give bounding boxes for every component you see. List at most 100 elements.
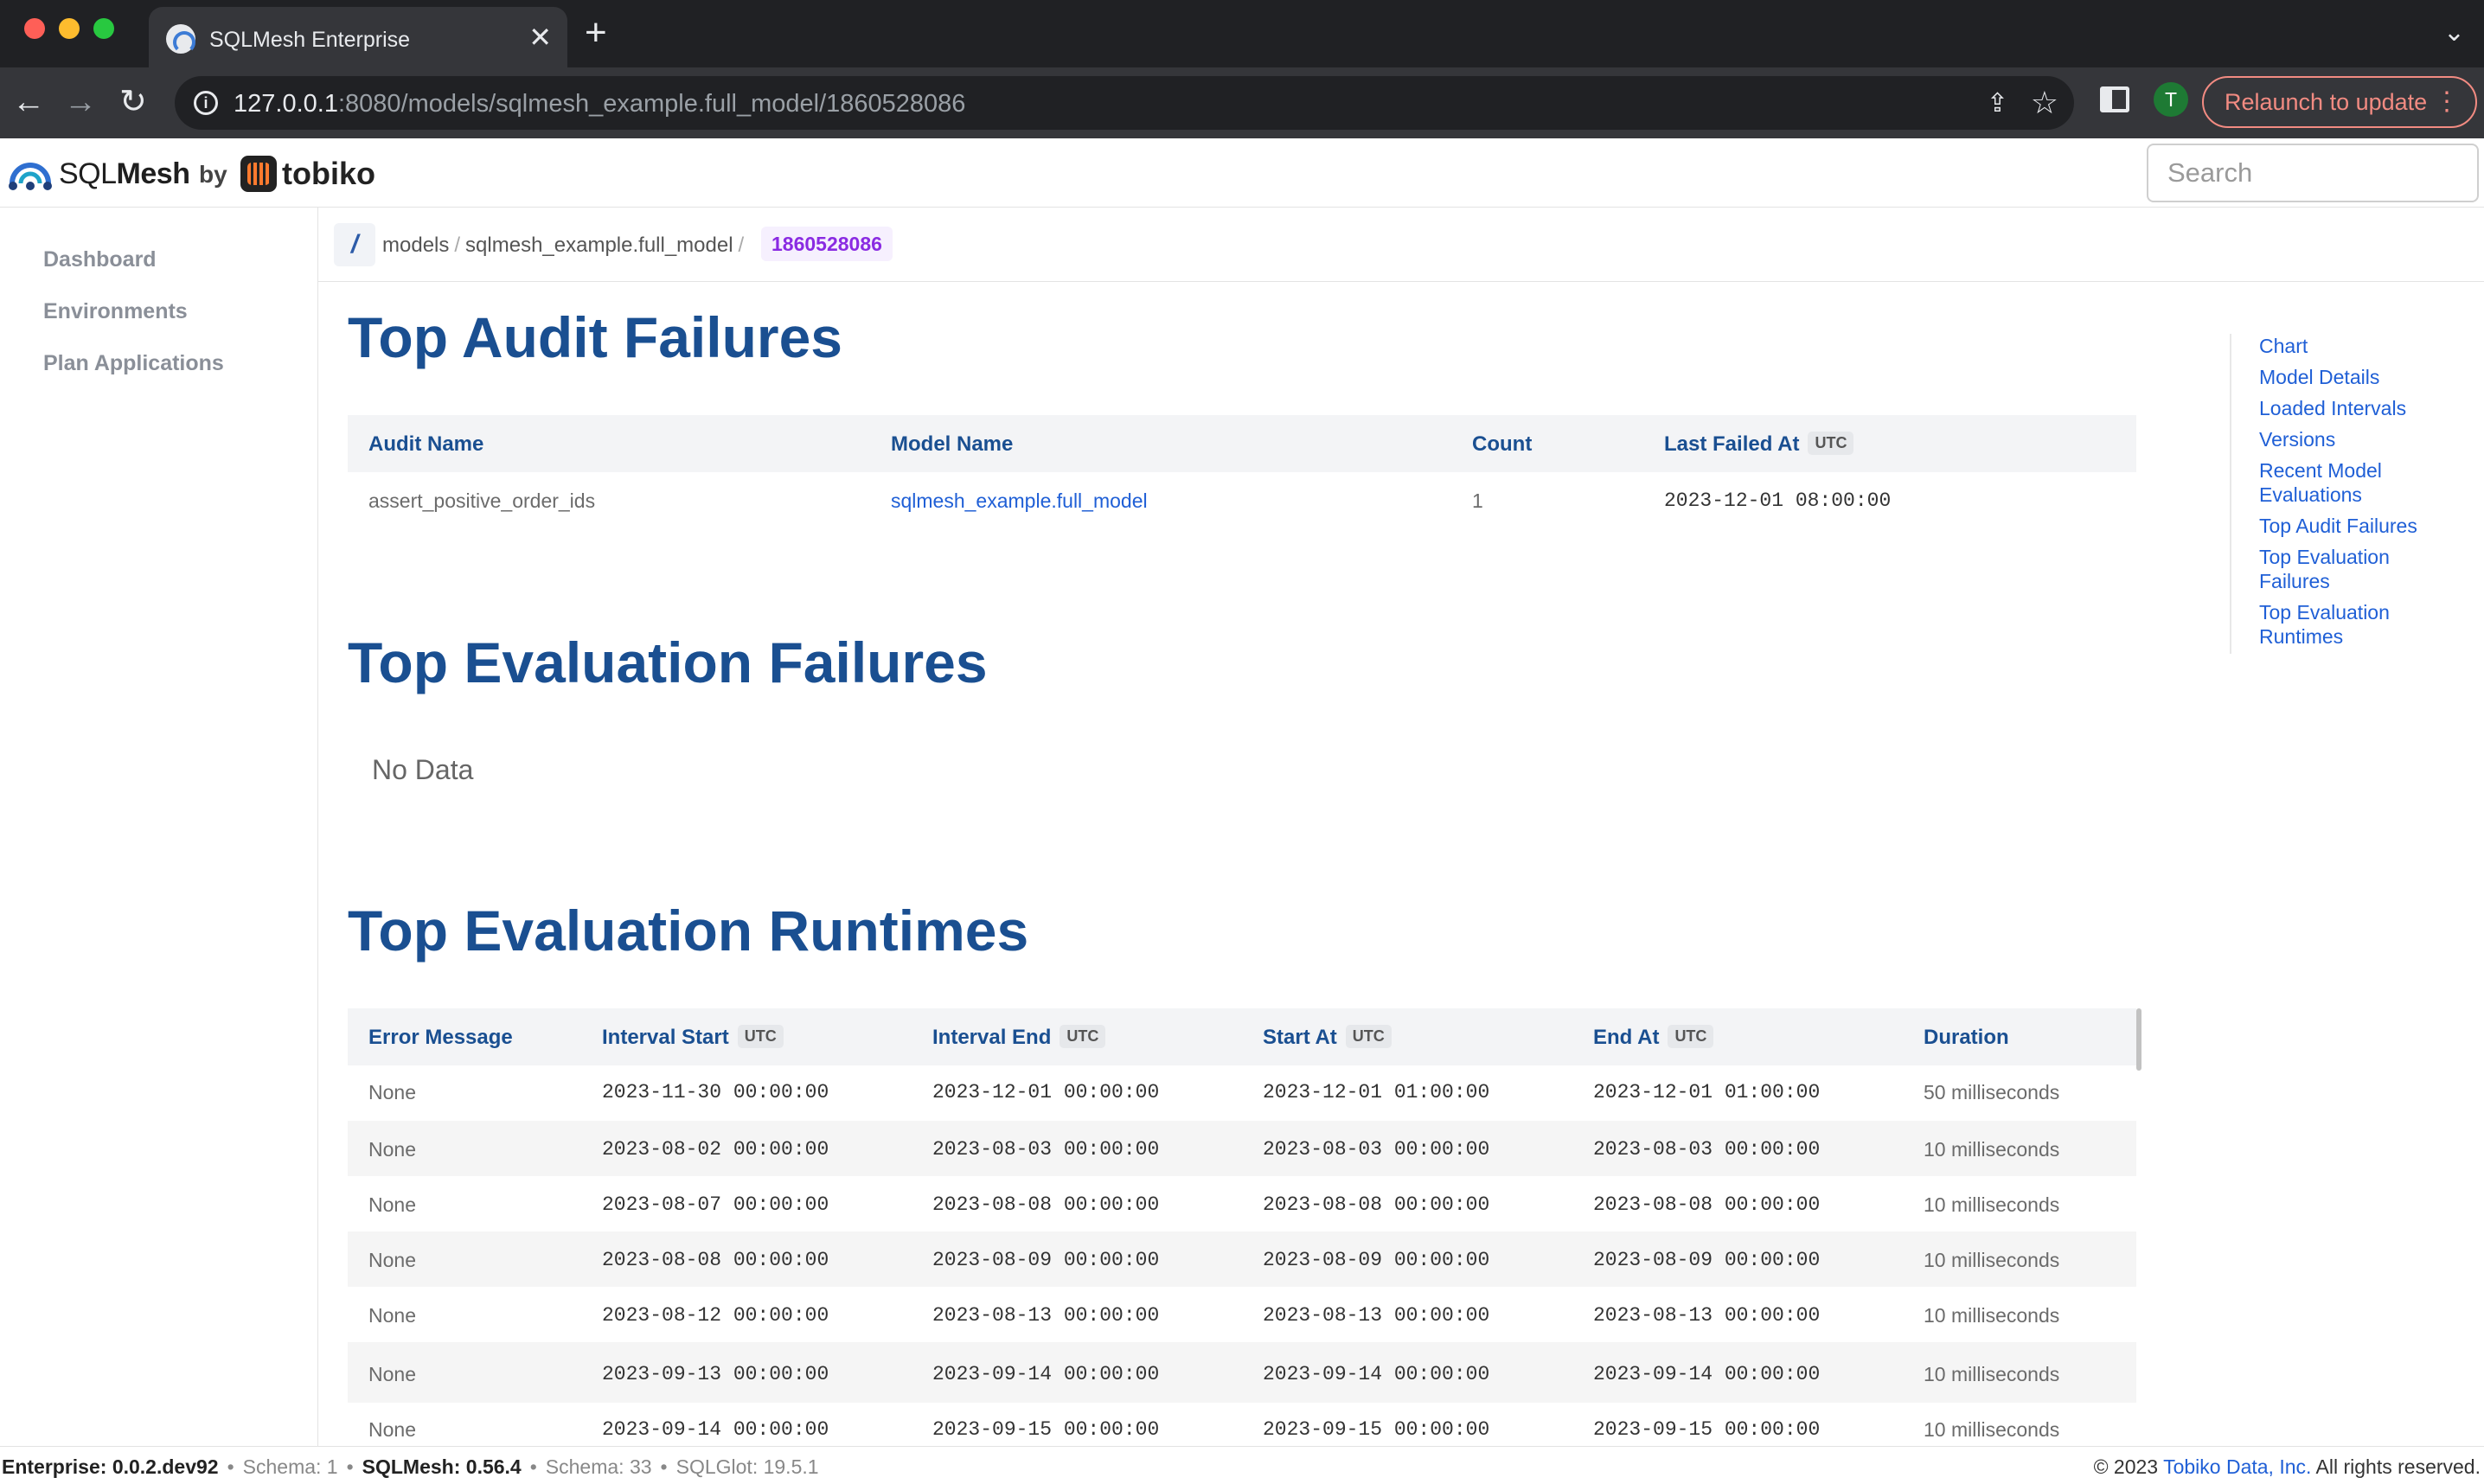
error-message-cell: None xyxy=(368,1418,416,1441)
start-at-cell: 2023-08-09 00:00:00 xyxy=(1263,1249,1490,1271)
column-header[interactable]: Error Message xyxy=(368,1026,513,1050)
version-info: Enterprise: 0.0.2.dev92 • Schema: 1 • SQLMes… xyxy=(2,1455,819,1478)
toc-item-versions[interactable]: Versions xyxy=(2259,427,2449,451)
column-header[interactable]: End At UTC xyxy=(1593,1025,1714,1050)
model-name-link[interactable]: sqlmesh_example.full_model xyxy=(891,489,1148,513)
column-header[interactable]: Count xyxy=(1472,432,1532,457)
interval-end-cell: 2023-12-01 00:00:00 xyxy=(932,1081,1160,1103)
start-at-cell: 2023-08-13 00:00:00 xyxy=(1263,1304,1490,1327)
toc-item-top-audit-failures[interactable]: Top Audit Failures xyxy=(2259,514,2449,538)
sidebar-item-dashboard[interactable]: Dashboard xyxy=(43,247,157,272)
tobiko-data-link[interactable]: Tobiko Data, Inc. xyxy=(2163,1455,2311,1478)
reload-icon[interactable]: ↻ xyxy=(119,83,147,121)
audit-failures-table: Audit Name Model Name Count Last Failed … xyxy=(348,415,2136,528)
interval-end-cell: 2023-09-15 00:00:00 xyxy=(932,1418,1160,1441)
interval-start-cell: 2023-08-12 00:00:00 xyxy=(602,1304,829,1327)
interval-start-cell: 2023-08-08 00:00:00 xyxy=(602,1249,829,1271)
brand-name: SQLMesh xyxy=(59,157,190,190)
end-at-cell: 2023-09-15 00:00:00 xyxy=(1593,1418,1821,1441)
breadcrumb-root[interactable]: / xyxy=(334,223,375,266)
column-header[interactable]: Last Failed At UTC xyxy=(1664,432,1854,457)
sidebar-item-plan-applications[interactable]: Plan Applications xyxy=(43,351,224,376)
interval-start-cell: 2023-09-13 00:00:00 xyxy=(602,1363,829,1385)
more-vertical-icon[interactable]: ⋮ xyxy=(2434,78,2460,126)
count-cell: 1 xyxy=(1472,489,1483,512)
window-maximize-button[interactable] xyxy=(93,18,114,39)
sqlmesh-schema: Schema: 33 xyxy=(545,1455,652,1478)
sqlglot-version: SQLGlot: 19.5.1 xyxy=(675,1455,819,1478)
utc-badge: UTC xyxy=(1668,1025,1714,1049)
breadcrumb-path: models / sqlmesh_example.full_model / xyxy=(382,233,749,258)
table-header: Audit Name Model Name Count Last Failed … xyxy=(348,415,2136,472)
table-row: None 2023-09-13 00:00:00 2023-09-14 00:0… xyxy=(348,1342,2136,1403)
breadcrumb-separator: / xyxy=(738,233,745,257)
breadcrumb-separator: / xyxy=(454,233,461,257)
toc-item-top-evaluation-failures[interactable]: Top Evaluation Failures xyxy=(2259,545,2449,593)
site-info-icon[interactable]: i xyxy=(194,91,218,115)
tobiko-logo-icon xyxy=(240,156,277,192)
column-header[interactable]: Audit Name xyxy=(368,432,483,457)
table-row: None 2023-08-12 00:00:00 2023-08-13 00:0… xyxy=(348,1287,2136,1342)
duration-cell: 10 milliseconds xyxy=(1924,1363,2060,1385)
toc-item-chart[interactable]: Chart xyxy=(2259,334,2449,358)
url-text[interactable]: 127.0.0.1:8080/models/sqlmesh_example.fu… xyxy=(234,90,965,118)
address-bar[interactable]: i 127.0.0.1:8080/models/sqlmesh_example.… xyxy=(175,76,2074,130)
column-header[interactable]: Model Name xyxy=(891,432,1013,457)
window-minimize-button[interactable] xyxy=(59,18,80,39)
enterprise-version: Enterprise: 0.0.2.dev92 xyxy=(2,1455,219,1478)
interval-start-cell: 2023-08-07 00:00:00 xyxy=(602,1193,829,1216)
toc-item-model-details[interactable]: Model Details xyxy=(2259,365,2449,389)
interval-end-cell: 2023-08-13 00:00:00 xyxy=(932,1304,1160,1327)
section-title-evaluation-runtimes: Top Evaluation Runtimes xyxy=(348,899,1029,963)
breadcrumb-item-models[interactable]: models xyxy=(382,233,449,257)
forward-arrow-icon[interactable]: → xyxy=(64,83,97,121)
toc-item-loaded-intervals[interactable]: Loaded Intervals xyxy=(2259,396,2449,420)
duration-cell: 10 milliseconds xyxy=(1924,1418,2060,1441)
profile-avatar[interactable]: T xyxy=(2154,82,2188,117)
duration-cell: 10 milliseconds xyxy=(1924,1304,2060,1327)
sqlmesh-version: SQLMesh: 0.56.4 xyxy=(362,1455,522,1478)
browser-tab[interactable]: SQLMesh Enterprise ✕ xyxy=(149,7,567,67)
table-row: None 2023-09-14 00:00:00 2023-09-15 00:0… xyxy=(348,1403,2136,1446)
back-arrow-icon[interactable]: ← xyxy=(12,83,45,121)
tobiko-name: tobiko xyxy=(282,156,375,191)
sidebar-item-environments[interactable]: Environments xyxy=(43,299,188,324)
column-header[interactable]: Start At UTC xyxy=(1263,1025,1392,1050)
start-at-cell: 2023-09-15 00:00:00 xyxy=(1263,1418,1490,1441)
start-at-cell: 2023-08-08 00:00:00 xyxy=(1263,1193,1490,1216)
search-input[interactable] xyxy=(2147,144,2479,202)
end-at-cell: 2023-08-13 00:00:00 xyxy=(1593,1304,1821,1327)
error-message-cell: None xyxy=(368,1363,416,1385)
interval-start-cell: 2023-09-14 00:00:00 xyxy=(602,1418,829,1441)
breadcrumb-current-version: 1860528086 xyxy=(761,227,893,261)
side-panel-icon[interactable] xyxy=(2100,86,2129,112)
column-header[interactable]: Interval End UTC xyxy=(932,1025,1106,1050)
window-close-button[interactable] xyxy=(24,18,45,39)
evaluation-runtimes-table: Error Message Interval Start UTC Interval… xyxy=(348,1008,2136,1446)
bookmark-star-icon[interactable]: ☆ xyxy=(2031,85,2058,121)
close-tab-icon[interactable]: ✕ xyxy=(528,21,552,54)
table-row: None 2023-08-02 00:00:00 2023-08-03 00:0… xyxy=(348,1121,2136,1176)
utc-badge: UTC xyxy=(1345,1025,1392,1049)
breadcrumb-item-model[interactable]: sqlmesh_example.full_model xyxy=(465,233,733,257)
toc-item-recent-model-evaluations[interactable]: Recent Model Evaluations xyxy=(2259,458,2449,507)
utc-badge: UTC xyxy=(1060,1025,1106,1049)
column-header[interactable]: Duration xyxy=(1924,1026,2009,1050)
toc-item-top-evaluation-runtimes[interactable]: Top Evaluation Runtimes xyxy=(2259,600,2449,649)
column-header[interactable]: Interval Start UTC xyxy=(602,1025,784,1050)
footer: Enterprise: 0.0.2.dev92 • Schema: 1 • SQLMes… xyxy=(0,1446,2484,1484)
sqlmesh-logo-icon[interactable] xyxy=(7,154,54,192)
interval-end-cell: 2023-08-08 00:00:00 xyxy=(932,1193,1160,1216)
table-row: None 2023-08-08 00:00:00 2023-08-09 00:0… xyxy=(348,1231,2136,1287)
share-icon[interactable]: ⇪ xyxy=(1987,88,2008,118)
new-tab-icon[interactable]: + xyxy=(585,12,607,54)
table-scrollbar[interactable] xyxy=(2136,1008,2141,1071)
table-row: None 2023-08-07 00:00:00 2023-08-08 00:0… xyxy=(348,1176,2136,1231)
audit-name-cell: assert_positive_order_ids xyxy=(368,489,596,512)
relaunch-to-update-button[interactable]: Relaunch to update ⋮ xyxy=(2202,76,2477,128)
error-message-cell: None xyxy=(368,1249,416,1271)
utc-badge: UTC xyxy=(1808,432,1854,456)
start-at-cell: 2023-12-01 01:00:00 xyxy=(1263,1081,1490,1103)
start-at-cell: 2023-08-03 00:00:00 xyxy=(1263,1138,1490,1161)
tab-search-chevron-icon[interactable]: ⌄ xyxy=(2443,17,2465,48)
